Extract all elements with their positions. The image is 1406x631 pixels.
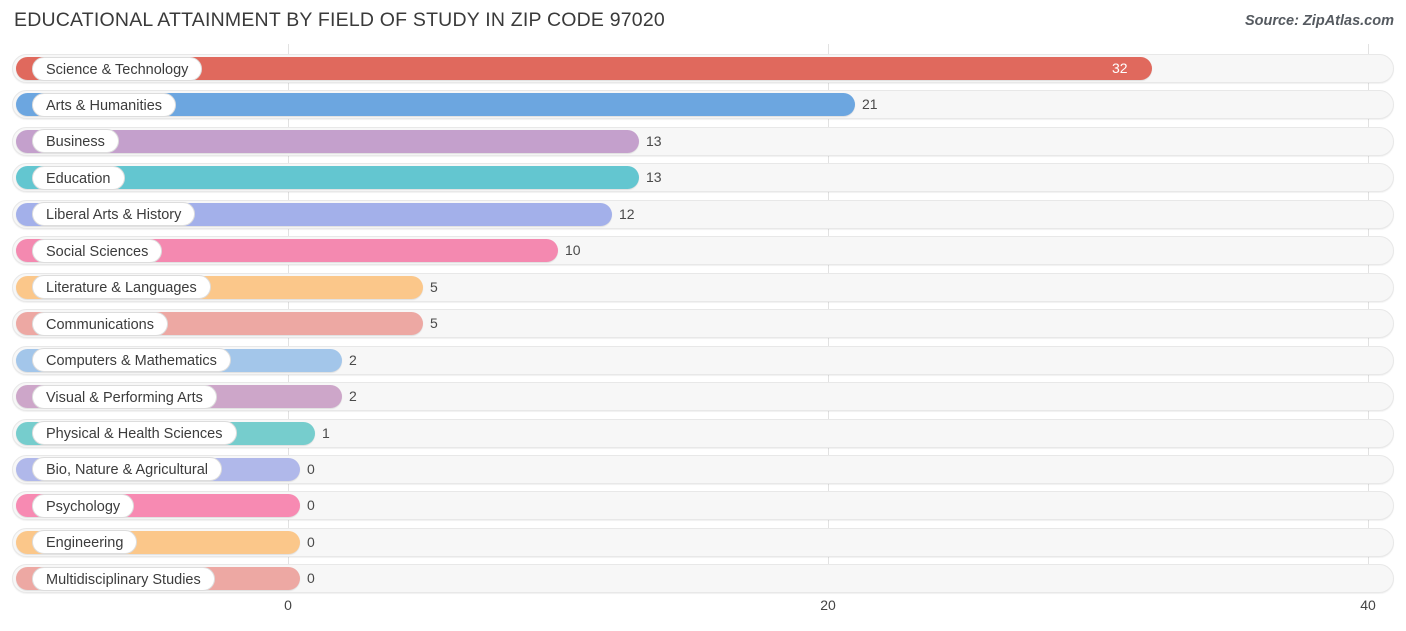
category-label: Business	[32, 129, 119, 154]
value-label: 2	[349, 388, 357, 405]
category-label: Science & Technology	[32, 56, 203, 81]
chart-plot-area: Science & Technology 32 Arts & Humanities 2…	[0, 44, 1406, 594]
bar-row[interactable]: Arts & Humanities 21	[12, 90, 1394, 120]
value-label: 10	[565, 242, 581, 259]
value-label: 0	[307, 570, 315, 587]
value-label: 0	[307, 497, 315, 514]
value-label: 13	[646, 169, 662, 186]
category-label: Social Sciences	[32, 238, 163, 263]
bar-row[interactable]: Science & Technology 32	[12, 54, 1394, 83]
chart-header: EDUCATIONAL ATTAINMENT BY FIELD OF STUDY…	[0, 0, 1406, 44]
category-label: Multidisciplinary Studies	[32, 566, 215, 591]
x-axis: 0 20 40	[0, 593, 1406, 631]
category-label: Computers & Mathematics	[32, 348, 231, 373]
value-label: 5	[430, 278, 438, 295]
category-label: Visual & Performing Arts	[32, 384, 217, 409]
category-label: Engineering	[32, 530, 138, 555]
category-label: Bio, Nature & Agricultural	[32, 457, 222, 482]
bar-row[interactable]: Physical & Health Sciences 1	[12, 418, 1394, 448]
page-title: EDUCATIONAL ATTAINMENT BY FIELD OF STUDY…	[14, 9, 665, 31]
value-label: 21	[862, 96, 878, 113]
category-label: Communications	[32, 311, 168, 336]
category-label: Physical & Health Sciences	[32, 421, 237, 445]
bar-row[interactable]: Education 13	[12, 163, 1394, 193]
bar-row[interactable]: Computers & Mathematics 2	[12, 345, 1394, 375]
value-label: 5	[430, 315, 438, 332]
value-label: 0	[307, 533, 315, 550]
category-label: Liberal Arts & History	[32, 202, 196, 227]
bar-row[interactable]: Bio, Nature & Agricultural 0	[12, 454, 1394, 484]
category-label: Psychology	[32, 493, 135, 518]
x-tick-label: 40	[1360, 597, 1376, 613]
bar-row[interactable]: Social Sciences 10	[12, 236, 1394, 266]
bar-rows: Science & Technology 32 Arts & Humanities 2…	[0, 44, 1406, 594]
value-label: 1	[322, 424, 330, 441]
category-label: Literature & Languages	[32, 275, 211, 300]
bar-row[interactable]: Communications 5	[12, 309, 1394, 339]
bar-row[interactable]: Multidisciplinary Studies 0	[12, 564, 1394, 594]
value-label: 12	[619, 205, 635, 222]
value-label: 32	[1112, 60, 1128, 76]
x-tick-label: 0	[284, 597, 292, 613]
value-label: 2	[349, 351, 357, 368]
bar-row[interactable]: Literature & Languages 5	[12, 272, 1394, 302]
category-label: Arts & Humanities	[32, 92, 177, 117]
category-label: Education	[32, 165, 125, 190]
value-label: 13	[646, 132, 662, 149]
bar-row[interactable]: Psychology 0	[12, 491, 1394, 521]
bar-row[interactable]: Visual & Performing Arts 2	[12, 382, 1394, 412]
x-tick-label: 20	[820, 597, 836, 613]
value-label: 0	[307, 460, 315, 477]
bar-row[interactable]: Business 13	[12, 126, 1394, 156]
source-attribution: Source: ZipAtlas.com	[1244, 13, 1394, 29]
bar-row[interactable]: Engineering 0	[12, 527, 1394, 557]
bar-row[interactable]: Liberal Arts & History 12	[12, 199, 1394, 229]
